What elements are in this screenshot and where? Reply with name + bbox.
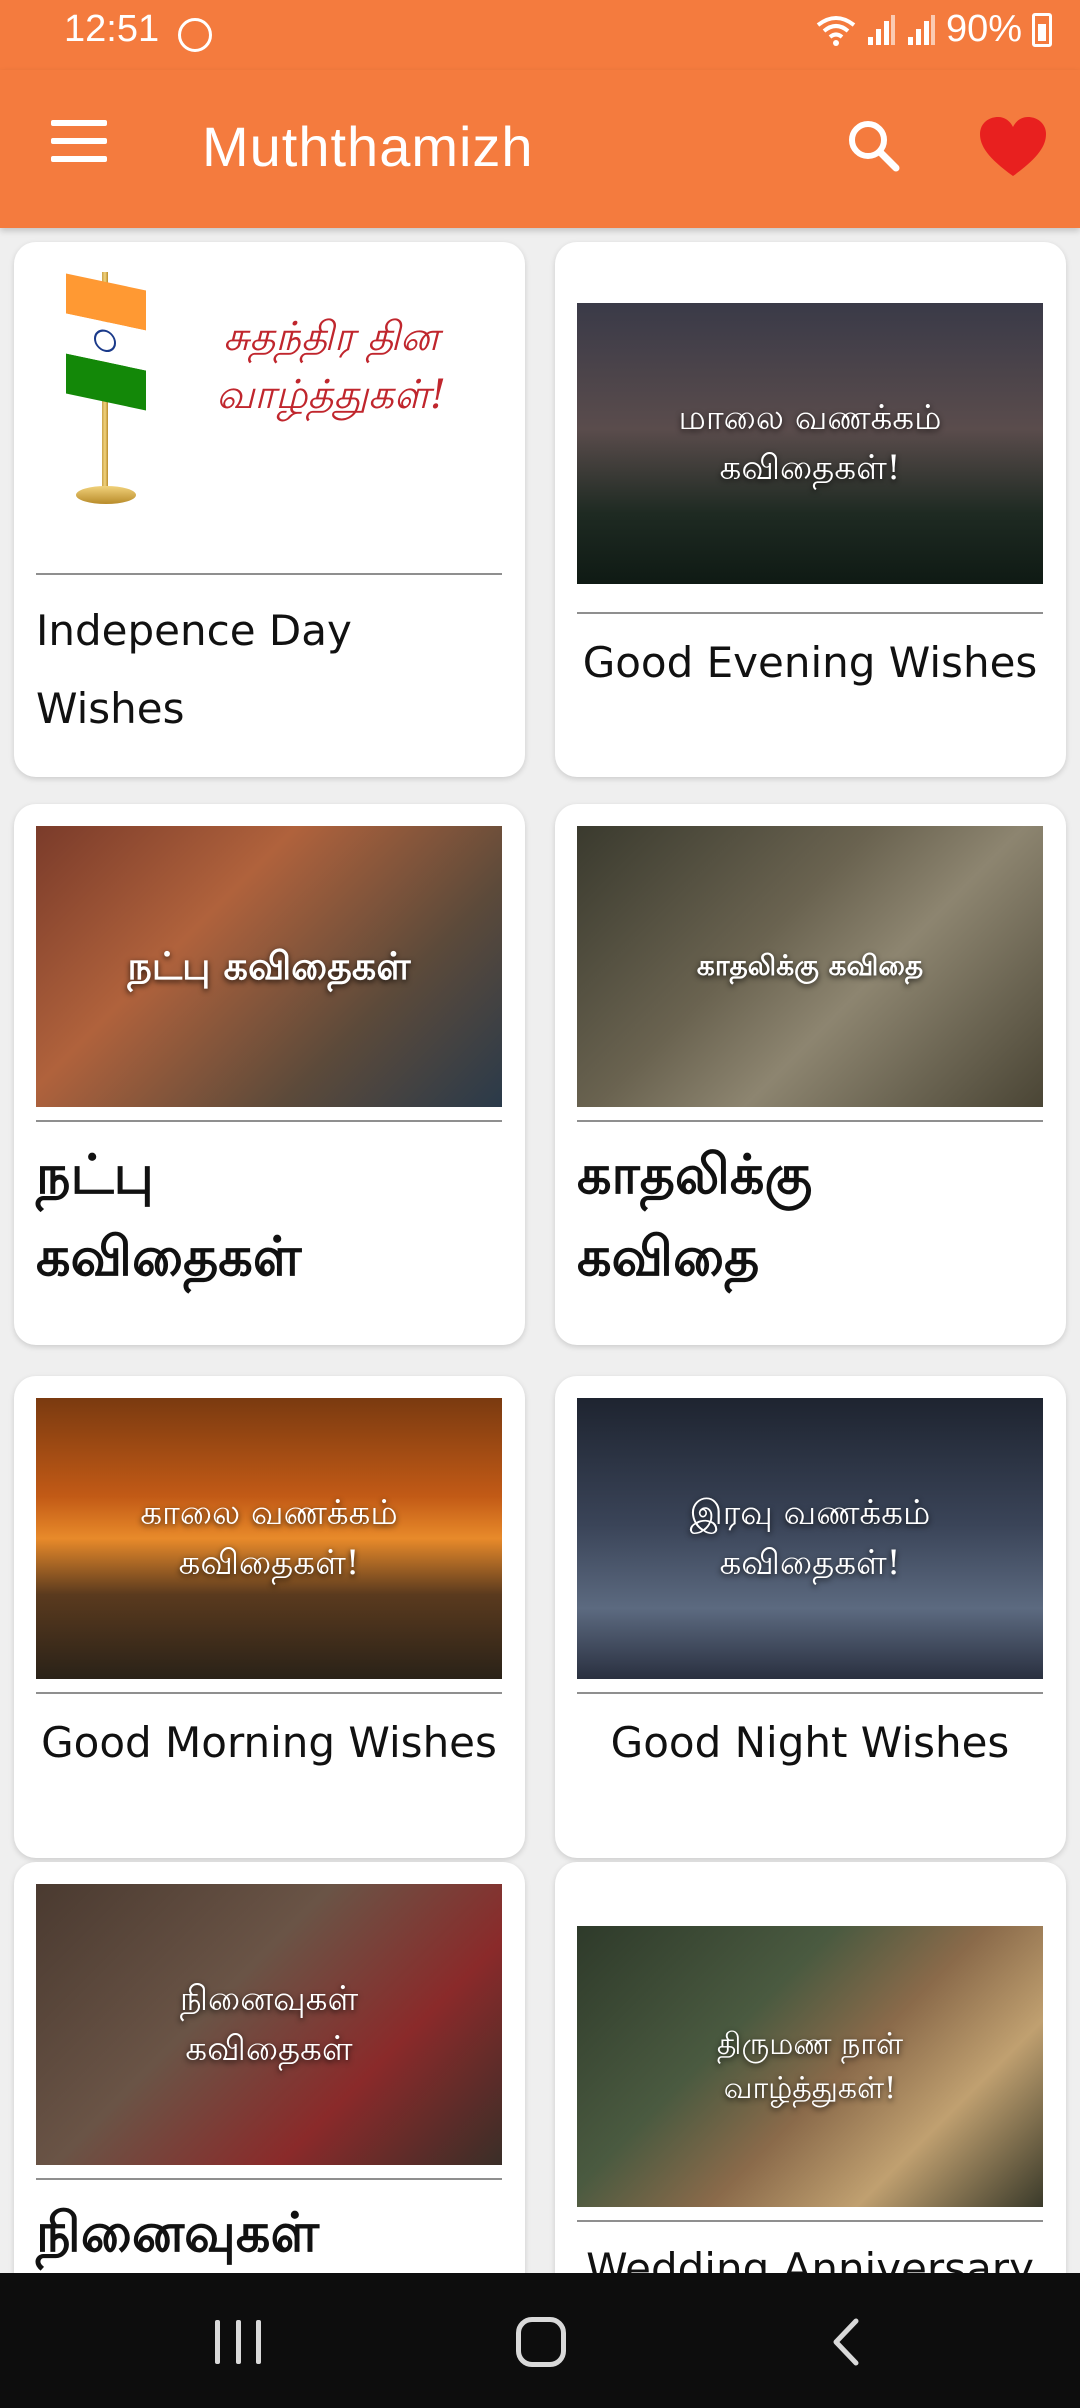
search-icon[interactable]: [840, 114, 910, 184]
card-divider: [36, 1692, 502, 1694]
thumbnail-caption: இரவு வணக்கம் கவிதைகள்!: [689, 1493, 931, 1583]
recent-apps-icon[interactable]: [215, 2320, 261, 2364]
card-independence-day[interactable]: சுதந்திர தின வாழ்த்துகள்! Indepence Day …: [14, 242, 525, 777]
card-thumbnail: மாலை வணக்கம் கவிதைகள்!: [577, 303, 1043, 584]
battery-percent: 90%: [945, 8, 1022, 50]
card-thumbnail: நட்பு கவிதைகள்: [36, 826, 502, 1107]
card-divider: [577, 1120, 1043, 1122]
india-flag-icon: [66, 273, 146, 411]
app-bar: Muththamizh: [0, 70, 1080, 228]
thumbnail-caption: காதலிக்கு கவிதை: [696, 949, 924, 983]
category-grid: சுதந்திர தின வாழ்த்துகள்! Indepence Day …: [0, 228, 1080, 2273]
card-title: நினைவுகள்: [36, 2201, 320, 2264]
notification-app-icon: [178, 18, 212, 52]
card-thumbnail: நினைவுகள் கவிதைகள்: [36, 1884, 502, 2165]
card-divider: [577, 2220, 1043, 2222]
card-thumbnail: காதலிக்கு கவிதை: [577, 826, 1043, 1107]
home-icon[interactable]: [516, 2317, 566, 2367]
card-title: Good Evening Wishes: [582, 638, 1038, 687]
thumbnail-caption: நட்பு கவிதைகள்: [127, 943, 411, 988]
card-divider: [36, 1120, 502, 1122]
card-good-night[interactable]: இரவு வணக்கம் கவிதைகள்! Good Night Wishes: [555, 1376, 1066, 1858]
thumbnail-caption: திருமண நாள் வாழ்த்துகள்!: [716, 2027, 904, 2106]
status-bar: 12:51 90%: [0, 0, 1080, 70]
card-good-morning[interactable]: காலை வணக்கம் கவிதைகள்! Good Morning Wish…: [14, 1376, 525, 1858]
card-thumbnail: சுதந்திர தின வாழ்த்துகள்!: [36, 264, 502, 545]
thumbnail-caption: மாலை வணக்கம் கவிதைகள்!: [678, 398, 942, 488]
card-memories-poems[interactable]: நினைவுகள் கவிதைகள் நினைவுகள்: [14, 1862, 525, 2273]
card-divider: [36, 2178, 502, 2180]
card-title: Wedding Anniversary: [586, 2244, 1034, 2273]
card-friendship-poems[interactable]: நட்பு கவிதைகள் நட்பு கவிதைகள்: [14, 804, 525, 1345]
wifi-icon: [816, 15, 856, 46]
thumbnail-caption: நினைவுகள் கவிதைகள்: [179, 1979, 359, 2069]
card-title: நட்பு கவிதைகள்: [36, 1143, 302, 1288]
heart-icon[interactable]: [978, 114, 1048, 184]
status-time: 12:51: [64, 8, 160, 50]
card-title: Good Night Wishes: [610, 1718, 1010, 1767]
signal-icon: [867, 14, 895, 45]
card-love-poem[interactable]: காதலிக்கு கவிதை காதலிக்கு கவிதை: [555, 804, 1066, 1345]
hamburger-menu-icon[interactable]: [40, 120, 118, 180]
thumbnail-caption: சுதந்திர தின வாழ்த்துகள்!: [216, 314, 446, 418]
card-thumbnail: இரவு வணக்கம் கவிதைகள்!: [577, 1398, 1043, 1679]
card-divider: [36, 573, 502, 575]
card-divider: [577, 1692, 1043, 1694]
thumbnail-caption: காலை வணக்கம் கவிதைகள்!: [140, 1493, 398, 1583]
status-indicators: 90%: [816, 8, 1052, 51]
signal-icon-2: [907, 14, 935, 45]
battery-icon: [1032, 12, 1052, 47]
card-title: Indepence Day Wishes: [36, 606, 352, 733]
card-title: காதலிக்கு கவிதை: [577, 1143, 813, 1288]
back-icon[interactable]: [822, 2317, 872, 2367]
card-title: Good Morning Wishes: [41, 1718, 497, 1767]
card-thumbnail: காலை வணக்கம் கவிதைகள்!: [36, 1398, 502, 1679]
card-good-evening[interactable]: மாலை வணக்கம் கவிதைகள்! Good Evening Wish…: [555, 242, 1066, 777]
system-nav-bar: [0, 2273, 1080, 2408]
card-divider: [577, 612, 1043, 614]
app-title: Muththamizh: [202, 115, 534, 178]
card-thumbnail: திருமண நாள் வாழ்த்துகள்!: [577, 1926, 1043, 2207]
card-wedding-anniversary[interactable]: திருமண நாள் வாழ்த்துகள்! Wedding Anniver…: [555, 1862, 1066, 2273]
